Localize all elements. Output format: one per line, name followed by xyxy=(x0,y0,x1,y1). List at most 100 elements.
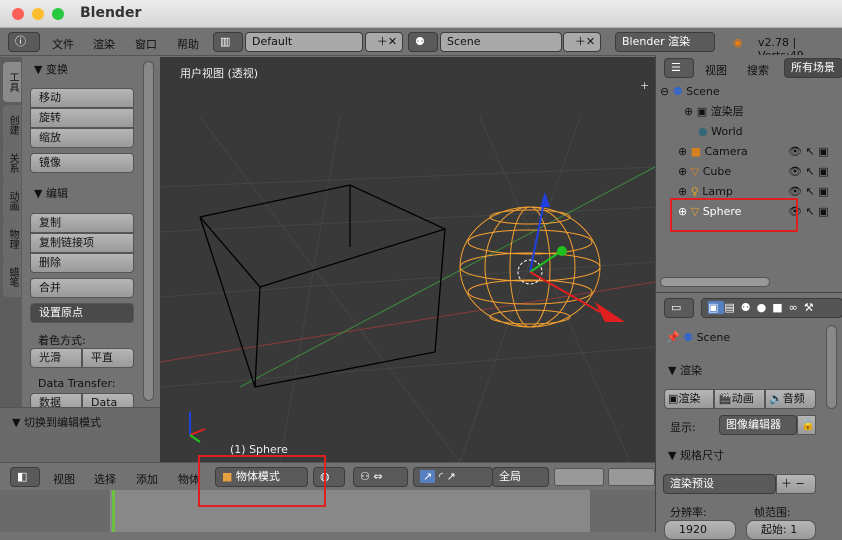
rotate-button[interactable]: 旋转 xyxy=(30,108,134,128)
menu-add[interactable]: 添加 xyxy=(136,471,158,487)
move-button[interactable]: 移动 xyxy=(30,88,134,108)
layout-add-remove-buttons[interactable]: ＋✕ xyxy=(365,32,403,52)
data-transfer-label: Data Transfer: xyxy=(38,377,116,390)
floor-grid xyxy=(160,116,655,462)
row-label: World xyxy=(711,125,743,138)
timeline[interactable] xyxy=(0,490,655,532)
render-context-camera-icon[interactable]: ▣ xyxy=(708,301,725,314)
tab-animation[interactable]: 动画 xyxy=(3,181,21,221)
preset-add-remove-buttons[interactable]: ＋ − xyxy=(776,474,816,494)
properties-context-tabs[interactable]: ▣▤⚉●■∞⚒ xyxy=(701,298,842,318)
scene-field[interactable]: Scene xyxy=(440,32,562,52)
outliner-row-cube[interactable]: ⊕ ▽ Cube 👁 ↖ ▣ xyxy=(656,162,842,182)
scale-button[interactable]: 缩放 xyxy=(30,128,134,148)
layer-buttons[interactable] xyxy=(554,468,604,486)
outliner-row-render-layers[interactable]: ⊕ ▣ 渲染层 xyxy=(656,102,842,122)
viewport-scene xyxy=(160,116,655,462)
highlight-sphere-box xyxy=(670,198,798,232)
render-engine-select[interactable]: Blender 渲染 xyxy=(615,32,715,52)
render-button[interactable]: ▣渲染 xyxy=(664,389,714,409)
menu-object[interactable]: 物体 xyxy=(178,471,200,487)
menu-select[interactable]: 选择 xyxy=(94,471,116,487)
outliner-menu-view[interactable]: 视图 xyxy=(705,62,727,78)
display-label: 显示: xyxy=(670,421,696,434)
resolution-x-field[interactable]: 1920 xyxy=(664,520,736,540)
editor-type-cube-icon[interactable]: ◧ xyxy=(10,467,40,487)
tool-shelf-scrollbar[interactable] xyxy=(143,61,154,401)
tab-create[interactable]: 创建 xyxy=(3,105,21,145)
row-label: Lamp xyxy=(702,185,733,198)
view-label: 用户视图 (透视) xyxy=(180,67,259,80)
delete-button[interactable]: 删除 xyxy=(30,253,134,273)
current-frame-marker[interactable] xyxy=(112,490,115,532)
audio-button-label: 音频 xyxy=(782,392,805,405)
tab-physics[interactable]: 物理 xyxy=(3,219,21,259)
audio-button[interactable]: 🔊音频 xyxy=(765,389,816,409)
menu-view[interactable]: 视图 xyxy=(53,471,75,487)
layout-icon[interactable]: ▥ xyxy=(213,32,243,52)
transform-orientation-select[interactable]: 全局 xyxy=(492,467,549,487)
properties-scrollbar[interactable] xyxy=(826,325,837,409)
render-presets-select[interactable]: 渲染预设 xyxy=(663,474,776,494)
display-select[interactable]: 图像编辑器 xyxy=(719,415,797,435)
smooth-button[interactable]: 光滑 xyxy=(30,348,82,368)
menu-render[interactable]: 渲染 xyxy=(93,36,115,52)
menu-window[interactable]: 窗口 xyxy=(135,36,157,52)
outliner-row-world[interactable]: ● World xyxy=(656,122,842,142)
mirror-button[interactable]: 镜像 xyxy=(30,153,134,173)
layout-field[interactable]: Default xyxy=(245,32,363,52)
minimize-button[interactable] xyxy=(32,8,44,20)
3d-view-header: ◧ 视图 选择 添加 物体 ■ 物体模式 ◍ ⚇ ⇔ ↗ ◜ ↗ 全局 xyxy=(0,462,655,490)
translate-manipulator-icon[interactable]: ↗ xyxy=(420,470,436,483)
pivot-point-select[interactable]: ⚇ ⇔ xyxy=(353,467,408,487)
set-origin-select[interactable]: 设置原点 xyxy=(30,303,134,323)
properties-editor-type-icon[interactable]: ▭ xyxy=(664,298,694,318)
scene-icon[interactable]: ⚉ xyxy=(408,32,438,52)
join-button[interactable]: 合并 xyxy=(30,278,134,298)
outliner-editor-type-icon[interactable]: ☰ xyxy=(664,58,694,78)
animation-button-label: 动画 xyxy=(731,392,754,405)
shading-label: 着色方式: xyxy=(38,334,86,347)
frame-start-field[interactable]: 起始: 1 xyxy=(746,520,816,540)
properties-editor: ▭ ▣▤⚉●■∞⚒ 📌 ⚉ Scene ▼ 渲染 ▣渲染 🎬动画 🔊音频 显示:… xyxy=(655,292,842,540)
row-label: Camera xyxy=(704,145,748,158)
outliner-menu-search[interactable]: 搜索 xyxy=(747,62,769,78)
close-button[interactable] xyxy=(12,8,24,20)
visibility-eye-icon[interactable]: 👁 ↖ ▣ xyxy=(788,142,829,162)
outliner-row-camera[interactable]: ⊕ ■ Camera 👁 ↖ ▣ xyxy=(656,142,842,162)
lock-icon[interactable]: 🔓 xyxy=(797,415,816,435)
animation-button[interactable]: 🎬动画 xyxy=(714,389,765,409)
editor-type-info-icon[interactable]: ⓘ xyxy=(8,32,40,52)
menu-help[interactable]: 帮助 xyxy=(177,36,199,52)
transform-panel-header[interactable]: 变换 xyxy=(46,63,68,76)
tab-tools[interactable]: 工具 xyxy=(3,62,21,102)
3d-viewport[interactable]: 用户视图 (透视) (1) Sphere + xyxy=(160,57,655,462)
operator-panel-header[interactable]: 切换到编辑模式 xyxy=(24,416,101,429)
tool-shelf: ▼ 变换 移动 旋转 缩放 镜像 ▼ 编辑 复制 复制链接项 删除 合并 设置原… xyxy=(0,57,160,462)
layer-buttons-2[interactable] xyxy=(608,468,655,486)
visibility-eye-icon[interactable]: 👁 ↖ ▣ xyxy=(788,162,829,182)
resolution-label: 分辨率: xyxy=(670,506,707,519)
window-title: Blender xyxy=(80,5,142,21)
scene-add-remove-buttons[interactable]: ＋✕ xyxy=(563,32,601,52)
duplicate-button[interactable]: 复制 xyxy=(30,213,134,233)
manipulator-buttons[interactable]: ↗ ◜ ↗ xyxy=(413,467,493,487)
outliner-row-scene[interactable]: ⊖ ⚉ Scene xyxy=(656,82,842,102)
dimensions-panel-header[interactable]: 规格尺寸 xyxy=(680,449,724,462)
duplicate-linked-button[interactable]: 复制链接项 xyxy=(30,233,134,253)
menu-file[interactable]: 文件 xyxy=(52,36,74,52)
outliner-display-filter[interactable]: 所有场景 xyxy=(784,58,842,78)
properties-region-toggle-icon[interactable]: + xyxy=(640,79,649,92)
axis-gizmo-icon xyxy=(189,412,206,443)
edit-panel-header[interactable]: 编辑 xyxy=(46,187,68,200)
tab-grease-pencil[interactable]: 蜡笔 xyxy=(3,257,21,297)
tab-relations[interactable]: 关系 xyxy=(3,143,21,183)
outliner-horizontal-scrollbar[interactable] xyxy=(660,277,770,287)
zoom-button[interactable] xyxy=(52,8,64,20)
flat-button[interactable]: 平直 xyxy=(82,348,134,368)
blender-logo-icon: ◉ xyxy=(733,36,743,49)
properties-context-label: Scene xyxy=(696,331,731,344)
frame-range-label: 帧范围: xyxy=(754,506,791,519)
render-panel-header[interactable]: 渲染 xyxy=(680,364,702,377)
y-axis-line xyxy=(239,166,655,388)
